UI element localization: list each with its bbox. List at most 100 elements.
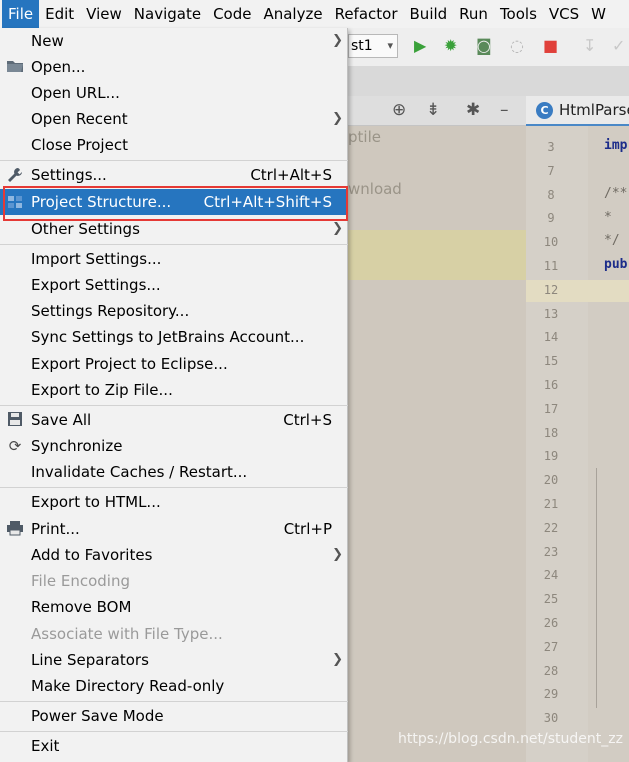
menu-item-new[interactable]: New ❯ — [0, 28, 348, 54]
menu-item-remove-bom[interactable]: Remove BOM — [0, 594, 348, 620]
panel-ghost-text: wnload — [348, 180, 402, 198]
line-number: 11 — [543, 259, 559, 273]
locate-icon[interactable]: ⊕ — [392, 100, 406, 120]
line-number: 27 — [543, 639, 559, 654]
line-number: 19 — [543, 449, 559, 464]
menu-item-import-settings[interactable]: Import Settings... — [0, 246, 348, 272]
line-number: 12 — [543, 282, 559, 297]
menu-item-file-encoding: File Encoding — [0, 568, 348, 594]
stop-icon[interactable]: ■ — [543, 36, 558, 56]
chevron-right-icon: ❯ — [332, 111, 343, 126]
menu-item-label: Close Project — [31, 136, 128, 154]
chevron-right-icon: ❯ — [332, 33, 343, 48]
collapse-icon[interactable]: ⇟ — [426, 100, 440, 120]
file-menu-dropdown: New ❯ Open... Open URL... Open Recent ❯ … — [0, 28, 348, 762]
menu-vcs[interactable]: VCS — [543, 0, 585, 28]
sync-icon: ⟳ — [8, 437, 22, 455]
line-number: 29 — [543, 687, 559, 702]
menu-item-export-settings[interactable]: Export Settings... — [0, 272, 348, 298]
menu-navigate[interactable]: Navigate — [128, 0, 207, 28]
menu-item-label: Export Settings... — [31, 276, 161, 294]
menu-item-open-recent[interactable]: Open Recent ❯ — [0, 106, 348, 132]
run-icon[interactable]: ▶ — [414, 36, 426, 56]
line-number: 20 — [543, 473, 559, 488]
menu-item-export-eclipse[interactable]: Export Project to Eclipse... — [0, 351, 348, 377]
menu-item-label: Export Project to Eclipse... — [31, 355, 228, 373]
profile-icon[interactable]: ◌ — [510, 36, 524, 56]
line-number: 17 — [543, 401, 559, 416]
project-panel — [348, 126, 526, 762]
panel-ghost-text: ptile — [348, 128, 381, 146]
menu-analyze[interactable]: Analyze — [257, 0, 328, 28]
line-number: 18 — [543, 425, 559, 440]
menu-item-settings[interactable]: Settings... Ctrl+Alt+S — [0, 162, 348, 188]
menu-refactor[interactable]: Refactor — [329, 0, 404, 28]
menu-item-save-all[interactable]: Save All Ctrl+S — [0, 407, 348, 433]
menu-item-print[interactable]: Print... Ctrl+P — [0, 516, 348, 542]
menu-item-close-project[interactable]: Close Project — [0, 132, 348, 158]
menu-item-export-zip[interactable]: Export to Zip File... — [0, 377, 348, 403]
menu-code[interactable]: Code — [207, 0, 257, 28]
vcs-commit-icon[interactable]: ✓ — [612, 36, 625, 56]
menu-separator — [0, 731, 348, 732]
menu-separator — [0, 244, 348, 245]
menu-item-label: Save All — [31, 411, 92, 429]
menu-run[interactable]: Run — [453, 0, 494, 28]
menu-bar: File Edit View Navigate Code Analyze Ref… — [0, 0, 629, 28]
line-number: 24 — [543, 568, 559, 583]
minimize-icon[interactable]: – — [500, 100, 509, 120]
menu-item-label: Settings Repository... — [31, 302, 190, 320]
gear-icon[interactable]: ✱ — [466, 100, 480, 120]
menu-item-open[interactable]: Open... — [0, 54, 348, 80]
menu-item-label: Exit — [31, 737, 60, 755]
menu-item-make-read-only[interactable]: Make Directory Read-only — [0, 673, 348, 699]
class-icon: C — [536, 102, 553, 119]
line-number: 16 — [543, 378, 559, 392]
menu-item-open-url[interactable]: Open URL... — [0, 80, 348, 106]
menu-item-label: Print... — [31, 520, 80, 538]
menu-window[interactable]: W — [585, 0, 612, 28]
menu-item-exit[interactable]: Exit — [0, 733, 348, 759]
menu-item-label: Export to Zip File... — [31, 381, 173, 399]
menu-item-shortcut: Ctrl+P — [283, 520, 332, 538]
menu-tools[interactable]: Tools — [494, 0, 543, 28]
menu-item-export-html[interactable]: Export to HTML... — [0, 489, 348, 515]
line-number: 7 — [547, 163, 555, 178]
menu-item-label: Add to Favorites — [31, 546, 153, 564]
vcs-update-icon[interactable]: ↧ — [583, 36, 596, 56]
line-number: 15 — [543, 354, 559, 369]
watermark: https://blog.csdn.net/student_zz — [398, 731, 623, 747]
line-number: 26 — [543, 616, 559, 630]
menu-item-label: File Encoding — [31, 572, 130, 590]
menu-item-add-favorites[interactable]: Add to Favorites ❯ — [0, 542, 348, 568]
menu-item-label: New — [31, 32, 64, 50]
menu-view[interactable]: View — [80, 0, 128, 28]
editor-tab[interactable]: C HtmlParse — [526, 96, 629, 126]
menu-item-label: Sync Settings to JetBrains Account... — [31, 328, 305, 346]
run-config-select[interactable]: st1 ▾ — [348, 34, 398, 58]
menu-item-settings-repository[interactable]: Settings Repository... — [0, 298, 348, 324]
menu-item-label: Make Directory Read-only — [31, 677, 225, 695]
menu-edit[interactable]: Edit — [39, 0, 80, 28]
run-config-label: st1 — [351, 38, 373, 54]
line-number: 3 — [547, 140, 555, 154]
chevron-down-icon: ▾ — [387, 39, 393, 52]
menu-item-synchronize[interactable]: ⟳ Synchronize — [0, 433, 348, 459]
line-number: 23 — [543, 544, 559, 559]
coverage-icon[interactable]: ◙ — [476, 36, 492, 56]
menu-item-sync-settings[interactable]: Sync Settings to JetBrains Account... — [0, 324, 348, 350]
navigation-bar — [348, 66, 629, 96]
menu-item-shortcut: Ctrl+Alt+S — [250, 166, 332, 184]
menu-file[interactable]: File — [2, 0, 40, 28]
menu-item-line-separators[interactable]: Line Separators ❯ — [0, 647, 348, 673]
menu-item-label: Invalidate Caches / Restart... — [31, 463, 248, 481]
menu-item-power-save[interactable]: Power Save Mode — [0, 703, 348, 729]
code-line: imp — [604, 138, 628, 153]
menu-separator — [0, 701, 348, 702]
line-number: 30 — [543, 711, 559, 726]
menu-item-invalidate-caches[interactable]: Invalidate Caches / Restart... — [0, 459, 348, 485]
menu-build[interactable]: Build — [404, 0, 454, 28]
folder-icon — [6, 58, 24, 76]
menu-item-label: Line Separators — [31, 651, 149, 669]
debug-icon[interactable]: ✹ — [444, 36, 457, 56]
